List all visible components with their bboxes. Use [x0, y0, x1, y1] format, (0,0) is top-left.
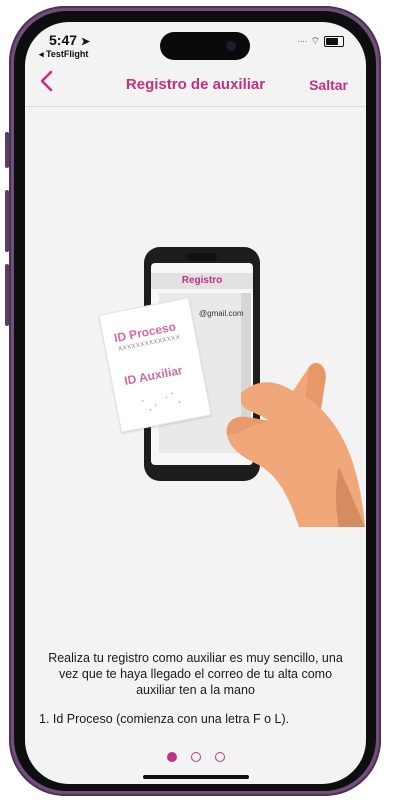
phone-screen: 5:47 ➤ ◂ TestFlight ···· ⌔ Registro de a…	[25, 22, 366, 784]
nav-divider	[25, 106, 366, 107]
requirement-item: 1. Id Proceso (comienza con una letra F …	[39, 712, 290, 726]
side-button-volume-down	[5, 264, 9, 326]
dynamic-island	[160, 32, 250, 60]
signal-icon: ····	[297, 36, 307, 47]
status-icons: ···· ⌔	[297, 35, 344, 48]
status-back-app[interactable]: ◂ TestFlight	[39, 49, 88, 60]
wifi-icon: ⌔	[310, 36, 320, 47]
home-indicator[interactable]	[143, 775, 249, 779]
illustration-header-text: Registro	[181, 275, 223, 286]
location-arrow-icon: ➤	[80, 36, 91, 48]
skip-button[interactable]: Saltar	[309, 77, 348, 93]
navigation-bar: Registro de auxiliar Saltar	[25, 68, 366, 104]
illustration-phone-notch	[187, 253, 217, 261]
card-id-auxiliar: ID Auxiliar	[123, 363, 184, 388]
camera-icon	[226, 41, 236, 51]
page-dot-3[interactable]	[214, 752, 225, 762]
hand-illustration	[226, 362, 365, 527]
status-time-text: 5:47	[49, 32, 78, 48]
card-texture	[141, 392, 181, 411]
page-dot-1[interactable]	[166, 752, 177, 762]
side-button-volume-up	[5, 190, 9, 252]
page-dot-2[interactable]	[190, 752, 201, 762]
registration-illustration: Registro @gmail.com ID Proceso XXXXXXXXX…	[79, 247, 365, 527]
page-indicator[interactable]	[25, 752, 366, 762]
side-button-silent	[5, 132, 9, 168]
battery-icon	[324, 36, 344, 47]
description-text: Realiza tu registro como auxiliar es muy…	[48, 651, 343, 697]
status-time: 5:47 ➤	[49, 32, 90, 48]
